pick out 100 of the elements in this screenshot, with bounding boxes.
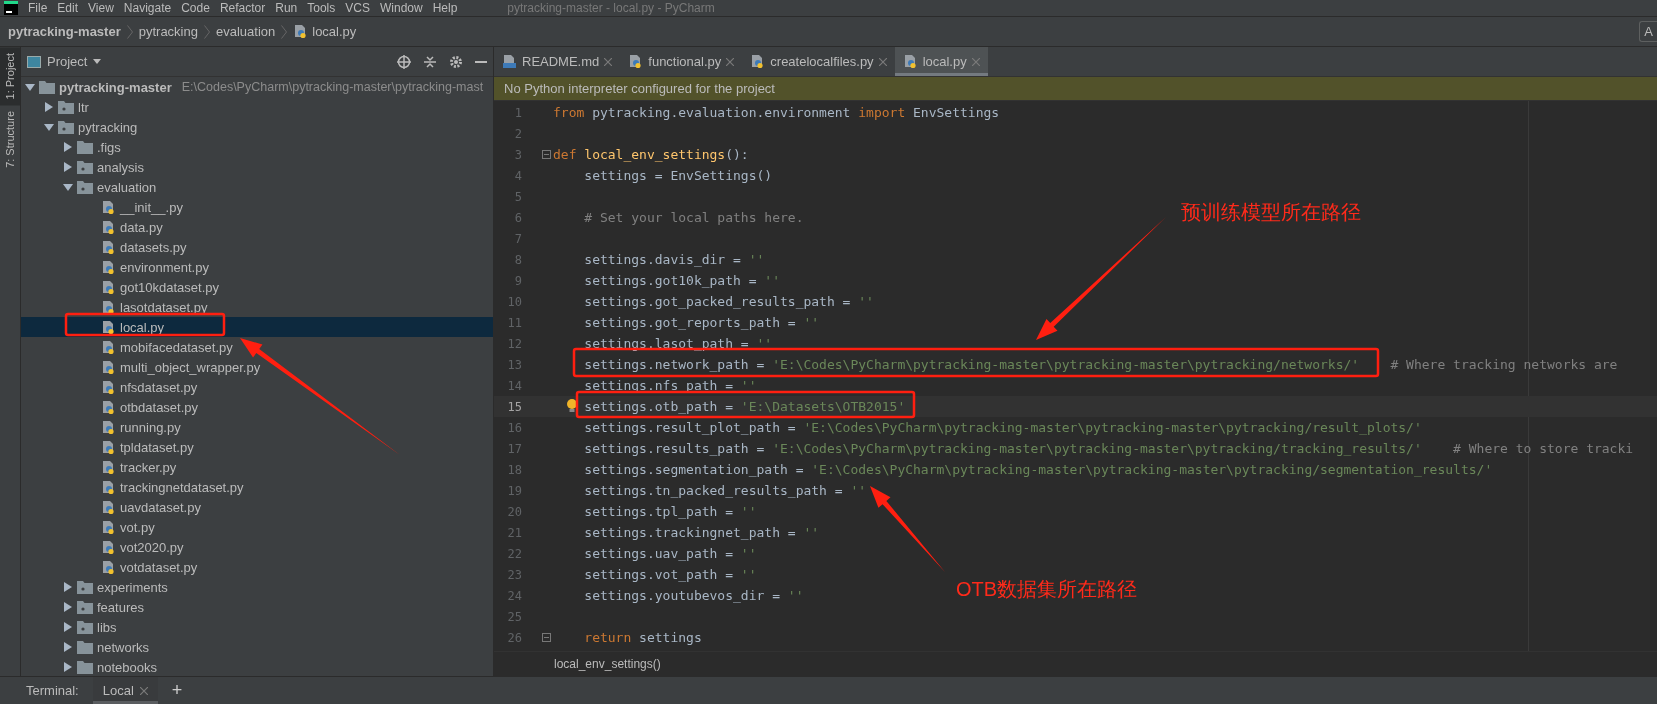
code-line: def local_env_settings(): <box>553 147 749 162</box>
tree-item[interactable]: environment.py <box>21 257 493 277</box>
editor-tab[interactable]: README.md <box>494 47 621 76</box>
collapse-all-icon[interactable] <box>423 54 437 69</box>
panel-title-dropdown[interactable]: Project <box>27 54 102 69</box>
menu-item[interactable]: Code <box>181 0 210 16</box>
python-file-icon <box>902 54 918 69</box>
tree-item[interactable]: running.py <box>21 417 493 437</box>
terminal-tab[interactable]: Local <box>92 677 158 704</box>
editor-tab[interactable]: local.py <box>894 47 988 76</box>
fold-icon[interactable] <box>542 633 551 642</box>
tree-item[interactable]: vot.py <box>21 517 493 537</box>
tree-item[interactable]: networks <box>21 637 493 657</box>
menu-item[interactable]: Run <box>275 0 298 16</box>
line-number: 7 <box>513 231 522 246</box>
tree-item[interactable]: pytracking-master E:\Codes\PyCharm\pytracking-master\pytracking-mast <box>21 77 493 97</box>
collapsed-caret-icon[interactable] <box>44 102 54 112</box>
code-line: return settings <box>584 630 702 645</box>
annotation-label: OTB数据集所在路径 <box>956 577 1138 602</box>
python-file-icon <box>101 259 116 275</box>
editor-tab[interactable]: functional.py <box>620 47 743 76</box>
tree-item[interactable]: pytracking <box>21 117 493 137</box>
tree-item[interactable]: data.py <box>21 217 493 237</box>
tree-item[interactable]: uavdataset.py <box>21 497 493 517</box>
tree-item[interactable]: votdataset.py <box>21 557 493 577</box>
python-file-icon <box>101 239 116 255</box>
tree-item[interactable]: analysis <box>21 157 493 177</box>
menu-item[interactable]: Tools <box>307 0 336 16</box>
code-line: settings.results_path = 'E:\Codes\PyCharm\pytracking-master\pytracking-master\pytracking/tracking_results/' <box>584 441 1422 456</box>
code-line: settings.got_packed_results_path = '' <box>584 294 874 309</box>
tree-item[interactable]: local.py <box>21 317 493 337</box>
line-number: 8 <box>513 252 522 267</box>
tree-item[interactable]: ltr <box>21 97 493 117</box>
expanded-caret-icon[interactable] <box>25 82 35 92</box>
tree-item[interactable]: evaluation <box>21 177 493 197</box>
close-icon[interactable] <box>878 57 887 66</box>
python-file-icon <box>101 339 116 355</box>
breadcrumb-item[interactable]: pytracking-master <box>8 24 121 39</box>
expanded-caret-icon[interactable] <box>44 122 54 132</box>
python-file-icon <box>750 54 766 69</box>
markdown-file-icon <box>502 54 517 69</box>
line-number: 20 <box>506 504 522 519</box>
code-line: settings.uav_path = '' <box>584 546 757 561</box>
package-folder-icon <box>77 620 93 634</box>
add-button[interactable]: + <box>171 680 183 701</box>
toolbar-button[interactable]: A <box>1639 21 1657 42</box>
tool-window-tab[interactable]: 1: Project <box>0 47 20 106</box>
lightbulb-icon[interactable] <box>566 398 578 413</box>
tree-item[interactable]: tracker.py <box>21 457 493 477</box>
menu-item[interactable]: Edit <box>57 0 79 16</box>
code-line: settings.vot_path = '' <box>584 567 757 582</box>
breadcrumb-item[interactable]: local.py <box>293 24 357 39</box>
menu-item[interactable]: View <box>88 0 114 16</box>
close-icon[interactable] <box>139 686 148 695</box>
tree-item[interactable]: features <box>21 597 493 617</box>
code-line: settings.youtubevos_dir = '' <box>584 588 804 603</box>
menu-item[interactable]: Window <box>379 0 423 16</box>
tree-item[interactable]: experiments <box>21 577 493 597</box>
tree-item[interactable]: libs <box>21 617 493 637</box>
menu-item[interactable]: File <box>28 0 48 16</box>
line-number: 2 <box>513 126 522 141</box>
tree-item[interactable]: multi_object_wrapper.py <box>21 357 493 377</box>
tree-item[interactable]: got10kdataset.py <box>21 277 493 297</box>
line-number: 15 <box>506 399 522 414</box>
line-number: 26 <box>506 630 522 645</box>
menu-item[interactable]: Refactor <box>219 0 266 16</box>
close-icon[interactable] <box>726 57 735 66</box>
line-number: 18 <box>506 462 522 477</box>
settings-icon[interactable] <box>449 54 463 69</box>
tree-item[interactable]: datasets.py <box>21 237 493 257</box>
minimize-icon[interactable] <box>475 60 487 63</box>
tree-item[interactable]: mobifacedataset.py <box>21 337 493 357</box>
tree-item[interactable]: vot2020.py <box>21 537 493 557</box>
python-file-icon <box>101 519 116 535</box>
tree-item[interactable]: trackingnetdataset.py <box>21 477 493 497</box>
tree-item[interactable]: .figs <box>21 137 493 157</box>
menu-item[interactable]: Navigate <box>123 0 172 16</box>
tool-window-tab[interactable]: 7: Structure <box>0 105 20 175</box>
breadcrumb-item[interactable]: evaluation <box>215 24 276 39</box>
crosshair-icon[interactable] <box>397 54 411 69</box>
tree-item[interactable]: notebooks <box>21 657 493 676</box>
expanded-caret-icon[interactable] <box>63 182 73 192</box>
tree-item[interactable]: nfsdataset.py <box>21 377 493 397</box>
tree-item[interactable]: __init__.py <box>21 197 493 217</box>
menu-item[interactable]: VCS <box>345 0 370 16</box>
close-icon[interactable] <box>604 57 613 66</box>
python-file-icon <box>101 459 116 475</box>
package-folder-icon <box>77 580 93 594</box>
fold-icon[interactable] <box>542 150 551 159</box>
python-file-icon <box>293 24 309 39</box>
editor-tab[interactable]: createlocalfiles.py <box>742 47 895 76</box>
code-line: settings.davis_dir = '' <box>584 252 765 267</box>
line-number: 14 <box>506 378 522 393</box>
tree-item[interactable]: tpldataset.py <box>21 437 493 457</box>
breadcrumb-item[interactable]: pytracking <box>138 24 198 39</box>
line-number: 6 <box>513 210 522 225</box>
folder-icon <box>77 660 93 674</box>
tree-item[interactable]: lasotdataset.py <box>21 297 493 317</box>
tree-item[interactable]: otbdataset.py <box>21 397 493 417</box>
menu-item[interactable]: Help <box>432 0 458 16</box>
